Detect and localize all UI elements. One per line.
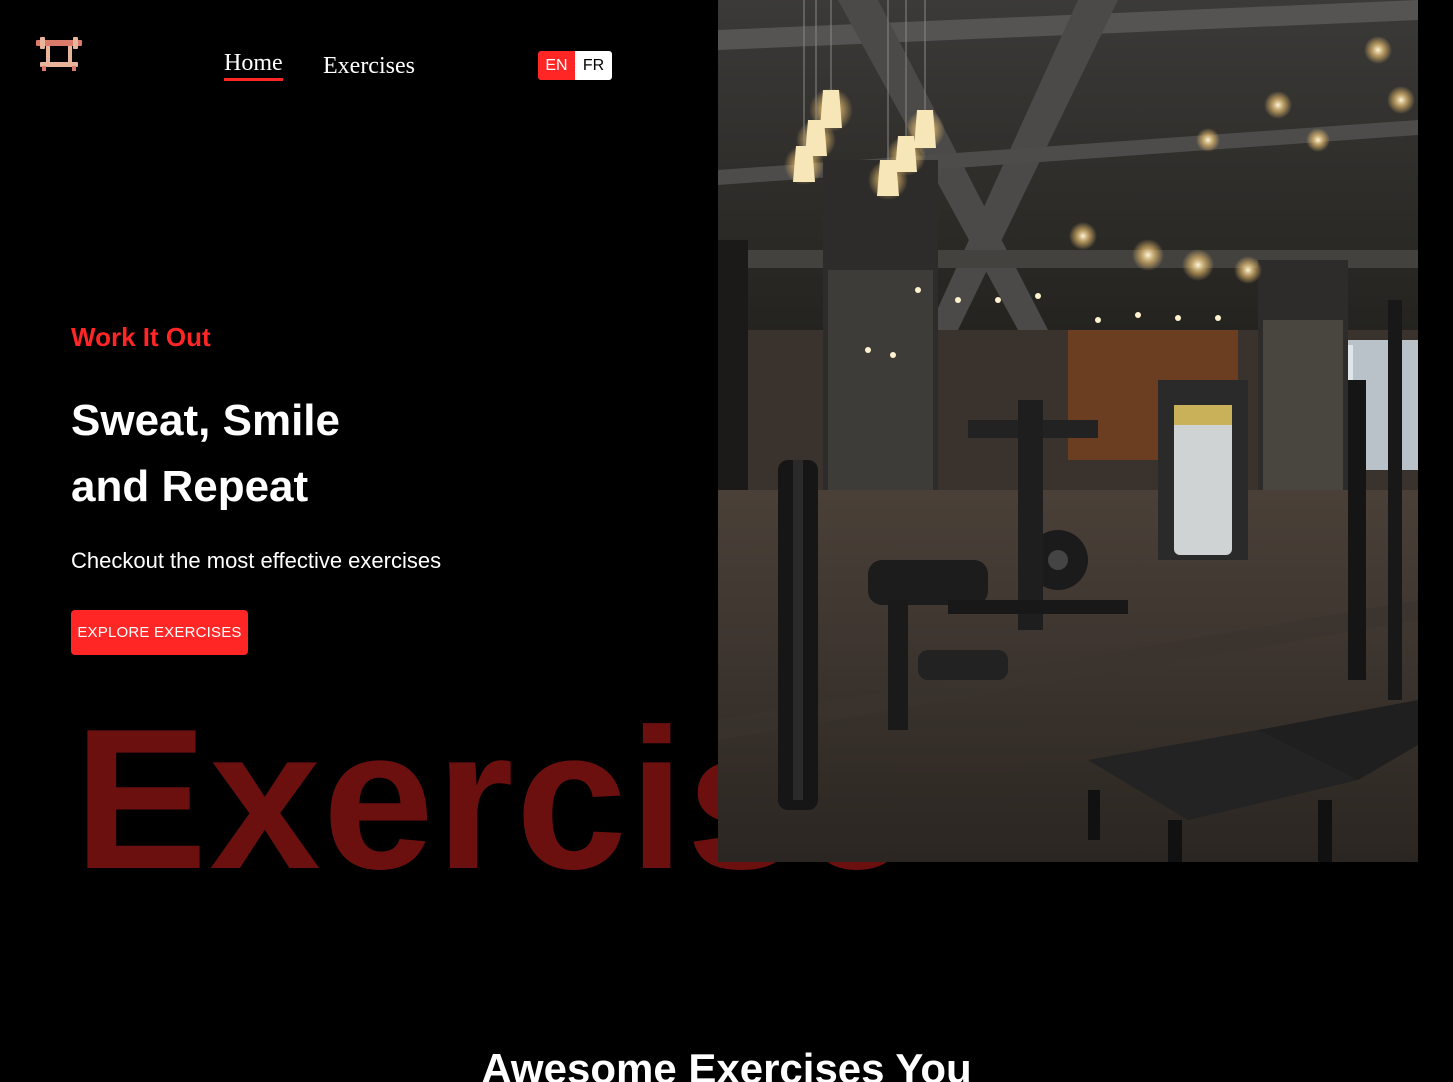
hero-subtitle: Checkout the most effective exercises	[71, 548, 442, 573]
nav-exercises-link[interactable]: Exercises	[323, 53, 415, 79]
lang-en-button[interactable]: EN	[538, 51, 575, 80]
gym-banner-image	[718, 0, 1418, 862]
nav-home-link[interactable]: Home	[224, 50, 283, 81]
lang-fr-button[interactable]: FR	[575, 51, 612, 80]
hero-title-line1: Sweat, Smile	[71, 396, 341, 445]
hero-title-line2: and Repeat	[71, 462, 309, 511]
language-switcher: EN FR	[538, 51, 612, 80]
section-heading: Awesome Exercises You	[481, 1045, 972, 1082]
page: Home Exercises EN FR Exercise Work It Ou…	[0, 0, 1453, 1082]
hero-eyebrow: Work It Out	[71, 322, 211, 352]
barbell-logo-icon[interactable]	[34, 34, 84, 74]
explore-exercises-button[interactable]: EXPLORE EXERCISES	[71, 610, 248, 655]
hero-title: Sweat, Smile and Repeat	[71, 388, 491, 520]
